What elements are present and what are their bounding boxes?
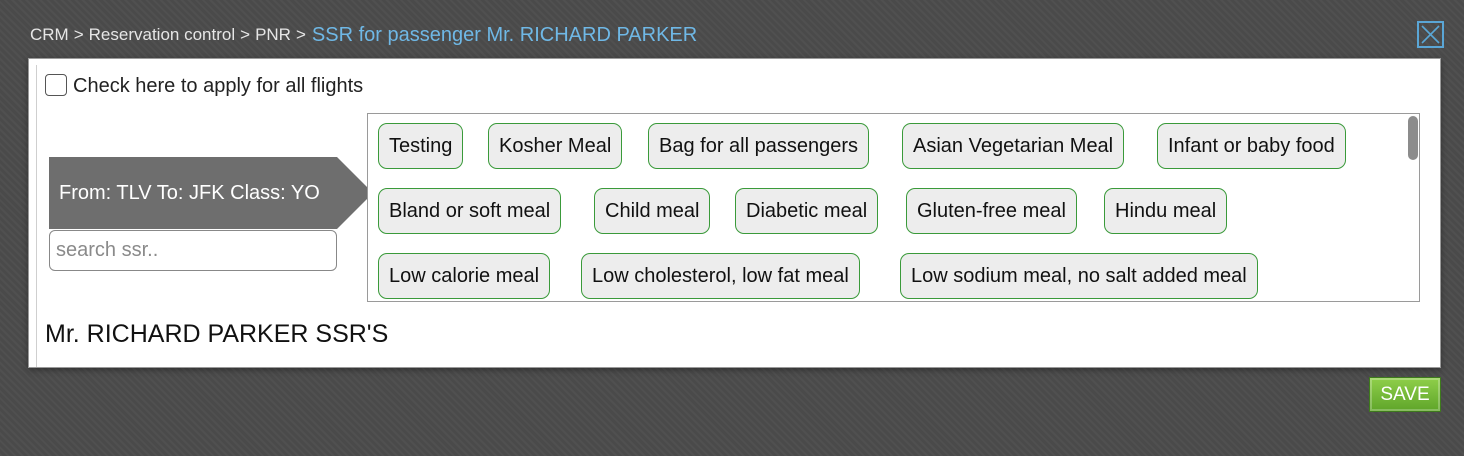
ssr-chip[interactable]: Infant or baby food	[1157, 123, 1346, 169]
ssr-chip[interactable]: Low cholesterol, low fat meal	[581, 253, 860, 299]
close-x-icon	[1421, 25, 1440, 44]
ssr-panel: Check here to apply for all flights From…	[28, 58, 1441, 368]
apply-all-checkbox[interactable]	[45, 73, 67, 96]
apply-all-flights: Check here to apply for all flights	[45, 73, 364, 98]
breadcrumb-separator: >	[240, 25, 251, 44]
ssr-chip[interactable]: Bland or soft meal	[378, 188, 562, 234]
ssr-chip[interactable]: Gluten-free meal	[906, 188, 1077, 234]
page-title: SSR for passenger Mr. RICHARD PARKER	[311, 23, 698, 46]
breadcrumb-crm[interactable]: CRM	[30, 25, 69, 45]
save-button[interactable]: SAVE	[1369, 377, 1441, 412]
breadcrumb-pnr[interactable]: PNR	[255, 25, 291, 45]
ssr-chip[interactable]: Child meal	[594, 188, 711, 234]
breadcrumb-separator: >	[295, 25, 306, 44]
breadcrumb: CRM > Reservation control > PNR > SSR fo…	[30, 22, 697, 48]
flight-segment-tag[interactable]: From: TLV To: JFK Class: YO	[49, 157, 373, 229]
ssr-chip[interactable]: Hindu meal	[1104, 188, 1228, 234]
apply-all-label: Check here to apply for all flights	[73, 75, 364, 97]
flight-segment-label: From: TLV To: JFK Class: YO	[59, 181, 320, 204]
ssr-chip[interactable]: Low calorie meal	[378, 253, 551, 299]
ssr-chip[interactable]: Bag for all passengers	[648, 123, 870, 169]
ssr-chip[interactable]: Kosher Meal	[488, 123, 623, 169]
ssr-chip[interactable]: Testing	[378, 123, 464, 169]
ssr-dialog: CRM > Reservation control > PNR > SSR fo…	[0, 0, 1464, 456]
close-button[interactable]	[1417, 21, 1444, 48]
ssr-chip[interactable]: Asian Vegetarian Meal	[902, 123, 1125, 169]
breadcrumb-separator: >	[73, 25, 84, 44]
ssr-chip[interactable]: Diabetic meal	[735, 188, 879, 234]
search-ssr-input[interactable]	[49, 230, 337, 271]
passenger-ssr-heading: Mr. RICHARD PARKER SSR'S	[45, 320, 389, 348]
panel-divider	[36, 65, 37, 367]
breadcrumb-reservation-control[interactable]: Reservation control	[89, 25, 235, 45]
ssr-list-scrollbar[interactable]	[1408, 116, 1418, 160]
ssr-chip[interactable]: Low sodium meal, no salt added meal	[900, 253, 1258, 299]
ssr-options-list[interactable]: Testing Kosher Meal Bag for all passenge…	[367, 113, 1420, 302]
